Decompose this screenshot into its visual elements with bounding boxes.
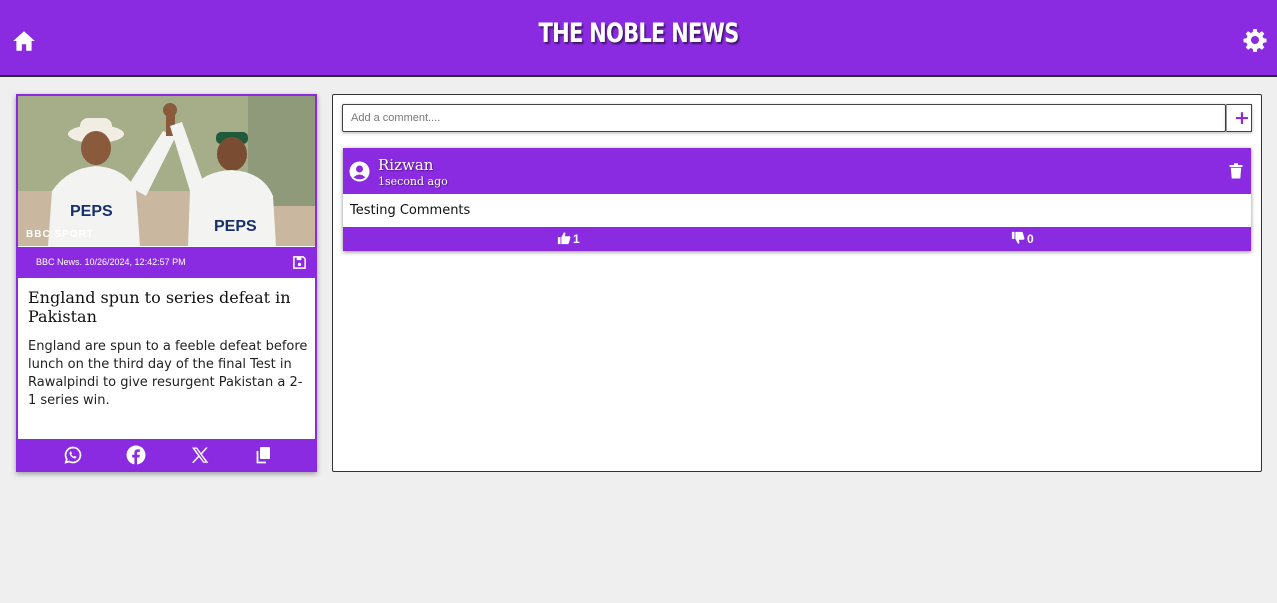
svg-text:PEPS: PEPS — [70, 203, 113, 220]
gear-icon[interactable] — [1243, 28, 1267, 52]
comment-footer: 1 0 — [343, 227, 1251, 251]
user-avatar-icon — [349, 161, 370, 182]
comment-time: 1second ago — [378, 175, 448, 188]
home-icon[interactable] — [11, 28, 37, 54]
comments-panel: + Rizwan 1second ago Testing Comments — [332, 94, 1262, 472]
source-bar: BBC News. 10/26/2024, 12:42:57 PM — [18, 247, 315, 278]
facebook-icon[interactable] — [126, 445, 146, 465]
comment-input[interactable] — [342, 104, 1226, 132]
comment-text: Testing Comments — [350, 203, 471, 218]
site-title: THE NOBLE NEWS — [538, 18, 740, 49]
comment-card: Rizwan 1second ago Testing Comments 1 0 — [343, 148, 1251, 251]
image-watermark: BBC SPORT — [26, 229, 94, 240]
source-line: BBC News. 10/26/2024, 12:42:57 PM — [36, 257, 186, 267]
article-description: England are spun to a feeble defeat befo… — [28, 339, 308, 408]
like-count: 1 — [573, 232, 580, 246]
thumbs-up-icon — [557, 232, 571, 245]
add-comment-button[interactable]: + — [1226, 104, 1252, 132]
save-icon[interactable] — [292, 255, 307, 270]
comment-header: Rizwan 1second ago — [343, 148, 1251, 194]
dislike-count: 0 — [1027, 232, 1034, 246]
share-bar — [18, 439, 315, 470]
top-bar: THE NOBLE NEWS — [0, 0, 1277, 77]
x-icon[interactable] — [190, 445, 210, 465]
article-card: PEPS PEPS BBC SPORT BBC News. 10/26/2024… — [16, 94, 317, 472]
like-button[interactable]: 1 — [557, 231, 580, 247]
delete-comment-icon[interactable] — [1229, 163, 1243, 179]
whatsapp-icon[interactable] — [63, 445, 83, 465]
svg-text:PEPS: PEPS — [214, 218, 257, 235]
plus-icon: + — [1234, 107, 1250, 129]
thumbs-down-icon — [1011, 231, 1025, 244]
comment-author: Rizwan — [378, 156, 434, 174]
article-image[interactable]: PEPS PEPS BBC SPORT — [18, 96, 315, 246]
copy-icon[interactable] — [253, 445, 273, 465]
article-title[interactable]: England spun to series defeat in Pakista… — [28, 288, 308, 326]
dislike-button[interactable]: 0 — [1011, 231, 1034, 247]
